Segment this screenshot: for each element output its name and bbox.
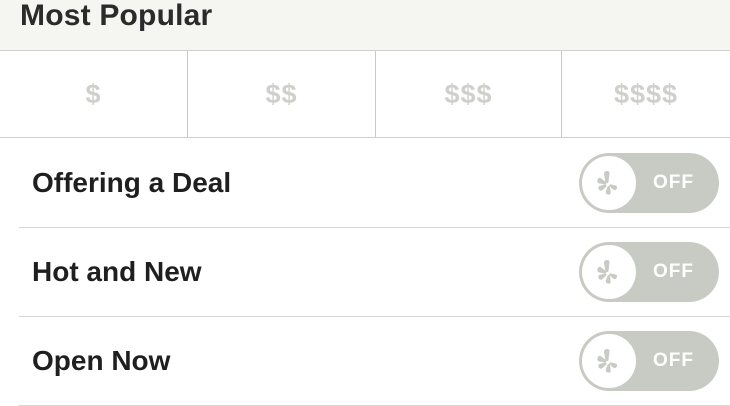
filters-panel: Most Popular $ $$ $$$ $$$$ Offering a De… xyxy=(0,0,730,406)
filter-row-open-now: Open Now OFF xyxy=(19,317,730,406)
toggle-state-text: OFF xyxy=(653,172,694,193)
open-now-toggle[interactable]: OFF xyxy=(579,331,719,391)
offering-deal-toggle[interactable]: OFF xyxy=(579,153,719,213)
filter-row-offering-deal: Offering a Deal OFF xyxy=(19,139,730,228)
hot-and-new-toggle[interactable]: OFF xyxy=(579,242,719,302)
price-filter-row: $ $$ $$$ $$$$ xyxy=(0,51,730,138)
toggle-state-text: OFF xyxy=(653,350,694,371)
price-filter-2[interactable]: $$ xyxy=(188,51,376,137)
filter-label: Open Now xyxy=(32,345,171,376)
toggle-knob xyxy=(582,245,636,299)
section-header: Most Popular xyxy=(0,0,730,51)
filter-label: Hot and New xyxy=(32,256,202,287)
price-filter-3[interactable]: $$$ xyxy=(376,51,562,137)
price-filter-4[interactable]: $$$$ xyxy=(562,51,730,137)
filter-label: Offering a Deal xyxy=(32,167,232,198)
price-filter-1[interactable]: $ xyxy=(0,51,188,137)
toggle-knob xyxy=(582,334,636,388)
yelp-burst-icon xyxy=(597,260,618,284)
yelp-burst-icon xyxy=(597,171,618,195)
toggle-knob xyxy=(582,156,636,210)
section-title: Most Popular xyxy=(20,0,213,32)
filter-row-hot-and-new: Hot and New OFF xyxy=(19,228,730,317)
toggle-state-text: OFF xyxy=(653,261,694,282)
yelp-burst-icon xyxy=(597,349,618,373)
